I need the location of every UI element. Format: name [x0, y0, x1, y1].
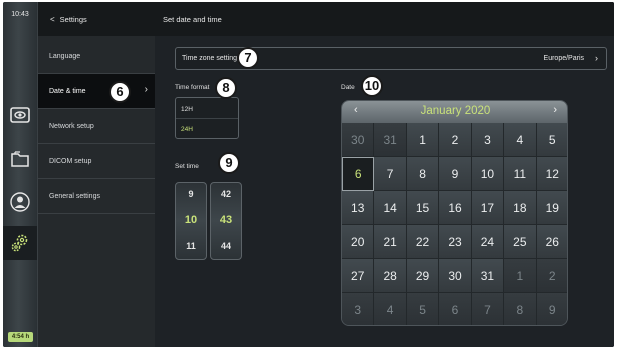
calendar-day[interactable]: 19 [536, 191, 567, 225]
calendar-day[interactable]: 20 [342, 225, 375, 259]
minute-current: 43 [219, 214, 233, 226]
calendar-day[interactable]: 28 [374, 259, 407, 293]
settings-gears-icon[interactable] [7, 230, 33, 256]
time-format-option-24h[interactable]: 24H [181, 126, 193, 133]
calendar-day[interactable]: 2 [536, 259, 567, 293]
hour-next[interactable]: 11 [176, 241, 206, 251]
menu-item-language[interactable]: Language [38, 39, 156, 74]
menu-item-label: Network setup [49, 122, 94, 130]
calendar-day[interactable]: 18 [504, 191, 537, 225]
calendar-day[interactable]: 27 [342, 259, 375, 293]
time-format-option-12h[interactable]: 12H [181, 106, 193, 113]
callout-badge: 6 [109, 81, 131, 103]
minute-spinner[interactable]: 42 43 44 [210, 182, 242, 260]
calendar-day[interactable]: 10 [471, 157, 505, 191]
calendar-day[interactable]: 24 [471, 225, 505, 259]
calendar-header: ‹ January 2020 › [342, 101, 567, 123]
user-icon[interactable] [7, 189, 33, 215]
settings-menu: < Settings Language Date & time › Networ… [37, 2, 156, 347]
calendar-day[interactable]: 3 [471, 123, 505, 157]
calendar-day[interactable]: 2 [439, 123, 472, 157]
calendar-day[interactable]: 7 [471, 293, 505, 325]
content-panel: Set date and time Time zone setting Euro… [155, 2, 614, 347]
calendar-day[interactable]: 3 [342, 293, 375, 325]
timezone-label: Time zone setting [182, 55, 237, 62]
chevron-right-icon: › [144, 84, 148, 95]
calendar-day[interactable]: 21 [374, 225, 407, 259]
date-calendar: ‹ January 2020 › 30 31 1 2 3 4 5 6 7 8 9 10 11 12 13 14… [341, 100, 568, 326]
callout-badge: 10 [361, 75, 383, 97]
hour-spinner[interactable]: 9 10 11 [175, 182, 207, 260]
calendar-day[interactable]: 8 [406, 157, 440, 191]
callout-badge: 8 [215, 77, 237, 99]
battery-indicator: 4:54 h [8, 332, 33, 342]
menu-item-date-time[interactable]: Date & time › [38, 74, 156, 109]
calendar-day[interactable]: 12 [536, 157, 567, 191]
time-format-label: Time format [175, 84, 210, 91]
calendar-day[interactable]: 17 [471, 191, 505, 225]
menu-item-label: DICOM setup [49, 157, 92, 165]
calendar-day[interactable]: 14 [374, 191, 407, 225]
calendar-day[interactable]: 30 [439, 259, 472, 293]
time-format-selector: 12H 24H [175, 97, 239, 139]
menu-item-label: Date & time [49, 87, 86, 95]
calendar-day[interactable]: 31 [471, 259, 505, 293]
calendar-day[interactable]: 30 [342, 123, 375, 157]
calendar-day[interactable]: 26 [536, 225, 567, 259]
calendar-day[interactable]: 9 [439, 157, 472, 191]
chevron-left-icon: < [50, 14, 55, 24]
device-screen: 10:43 4:54 h < Settings Language Date & … [3, 2, 614, 347]
calendar-day[interactable]: 5 [406, 293, 440, 325]
hour-prev[interactable]: 9 [176, 189, 206, 199]
status-clock: 10:43 [11, 11, 29, 18]
folder-icon[interactable] [7, 146, 33, 172]
menu-item-label: General settings [49, 192, 100, 200]
minute-prev[interactable]: 42 [211, 189, 241, 199]
calendar-day[interactable]: 5 [536, 123, 567, 157]
menu-item-label: Language [49, 52, 81, 60]
timezone-value: Europe/Paris [543, 55, 584, 62]
calendar-day[interactable]: 4 [504, 123, 537, 157]
calendar-day[interactable]: 11 [504, 157, 537, 191]
calendar-day[interactable]: 31 [374, 123, 407, 157]
menu-item-dicom-setup[interactable]: DICOM setup [38, 144, 156, 179]
calendar-day[interactable]: 1 [504, 259, 537, 293]
calendar-day[interactable]: 25 [504, 225, 537, 259]
calendar-day[interactable]: 7 [374, 157, 407, 191]
page-title: Set date and time [155, 2, 614, 36]
calendar-day[interactable]: 13 [342, 191, 375, 225]
calendar-day[interactable]: 6 [439, 293, 472, 325]
chevron-right-icon[interactable]: › [553, 104, 557, 116]
calendar-day[interactable]: 9 [536, 293, 567, 325]
minute-next[interactable]: 44 [211, 241, 241, 251]
calendar-day[interactable]: 1 [406, 123, 440, 157]
calendar-day[interactable]: 8 [504, 293, 537, 325]
left-rail: 10:43 4:54 h [3, 2, 37, 347]
menu-item-network-setup[interactable]: Network setup [38, 109, 156, 144]
calendar-month-title: January 2020 [420, 105, 491, 117]
settings-back-button[interactable]: < Settings [38, 2, 156, 36]
calendar-day[interactable]: 22 [406, 225, 440, 259]
chevron-right-icon: › [595, 53, 598, 63]
settings-title: Settings [59, 14, 87, 24]
calendar-day[interactable]: 16 [439, 191, 472, 225]
calendar-day[interactable]: 29 [406, 259, 440, 293]
divider [176, 118, 238, 119]
calendar-day[interactable]: 4 [374, 293, 407, 325]
menu-item-general-settings[interactable]: General settings [38, 179, 156, 214]
hour-current: 10 [184, 214, 198, 226]
set-time-label: Set time [175, 163, 199, 170]
calendar-grid: 30 31 1 2 3 4 5 6 7 8 9 10 11 12 13 14 15 16 17 18 19 20 21 22 2… [342, 123, 567, 325]
date-label: Date [341, 84, 355, 91]
callout-badge: 9 [218, 152, 240, 174]
camera-icon[interactable] [7, 102, 33, 128]
calendar-day-selected[interactable]: 6 [342, 157, 375, 191]
calendar-day[interactable]: 15 [406, 191, 440, 225]
calendar-day[interactable]: 23 [439, 225, 472, 259]
callout-badge: 7 [237, 47, 259, 69]
